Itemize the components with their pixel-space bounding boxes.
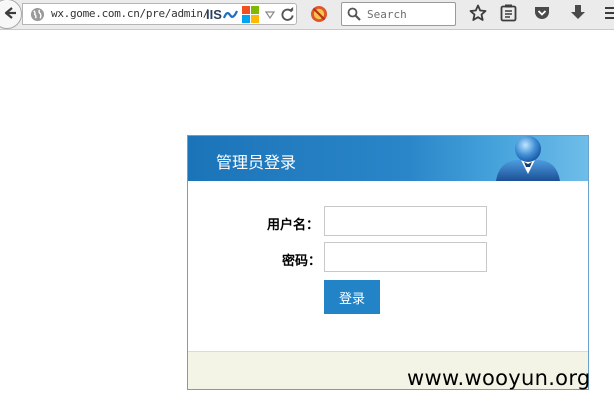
admin-user-icon <box>496 136 560 181</box>
login-header: 管理员登录 <box>188 136 588 181</box>
globe-icon <box>30 7 45 22</box>
browser-toolbar: wx.gome.com.cn/pre/admin/ IIS Search <box>0 0 614 30</box>
download-icon[interactable] <box>570 4 586 22</box>
search-icon <box>347 7 361 21</box>
watermark-text: www.wooyun.org <box>407 366 591 390</box>
search-placeholder: Search <box>367 8 407 21</box>
address-bar[interactable]: wx.gome.com.cn/pre/admin/ IIS <box>22 3 297 25</box>
back-arrow-icon <box>4 7 16 19</box>
username-field[interactable] <box>324 206 487 236</box>
menu-icon[interactable] <box>603 4 614 22</box>
iis-wave-icon <box>223 10 239 19</box>
pocket-icon[interactable] <box>533 4 551 22</box>
login-form: 用户名： 密码： 登录 <box>188 181 588 351</box>
search-input[interactable]: Search <box>341 2 456 26</box>
login-title: 管理员登录 <box>216 153 297 172</box>
username-label: 用户名： <box>267 218 320 233</box>
iis-icon: IIS <box>206 7 222 22</box>
back-button[interactable] <box>0 0 22 29</box>
reading-list-icon[interactable] <box>500 4 517 22</box>
reload-icon[interactable] <box>280 7 295 22</box>
password-field[interactable] <box>324 242 487 272</box>
addon-blocker-icon[interactable] <box>310 5 328 23</box>
bookmark-star-icon[interactable] <box>469 4 487 22</box>
login-button[interactable]: 登录 <box>324 280 380 314</box>
dropdown-arrow-icon[interactable] <box>265 11 275 19</box>
url-text[interactable]: wx.gome.com.cn/pre/admin/ <box>51 7 209 20</box>
windows-logo-icon <box>242 6 259 23</box>
password-label: 密码： <box>282 254 322 269</box>
admin-login-panel: 管理员登录 用户名： 密码： 登录 <box>187 135 589 390</box>
